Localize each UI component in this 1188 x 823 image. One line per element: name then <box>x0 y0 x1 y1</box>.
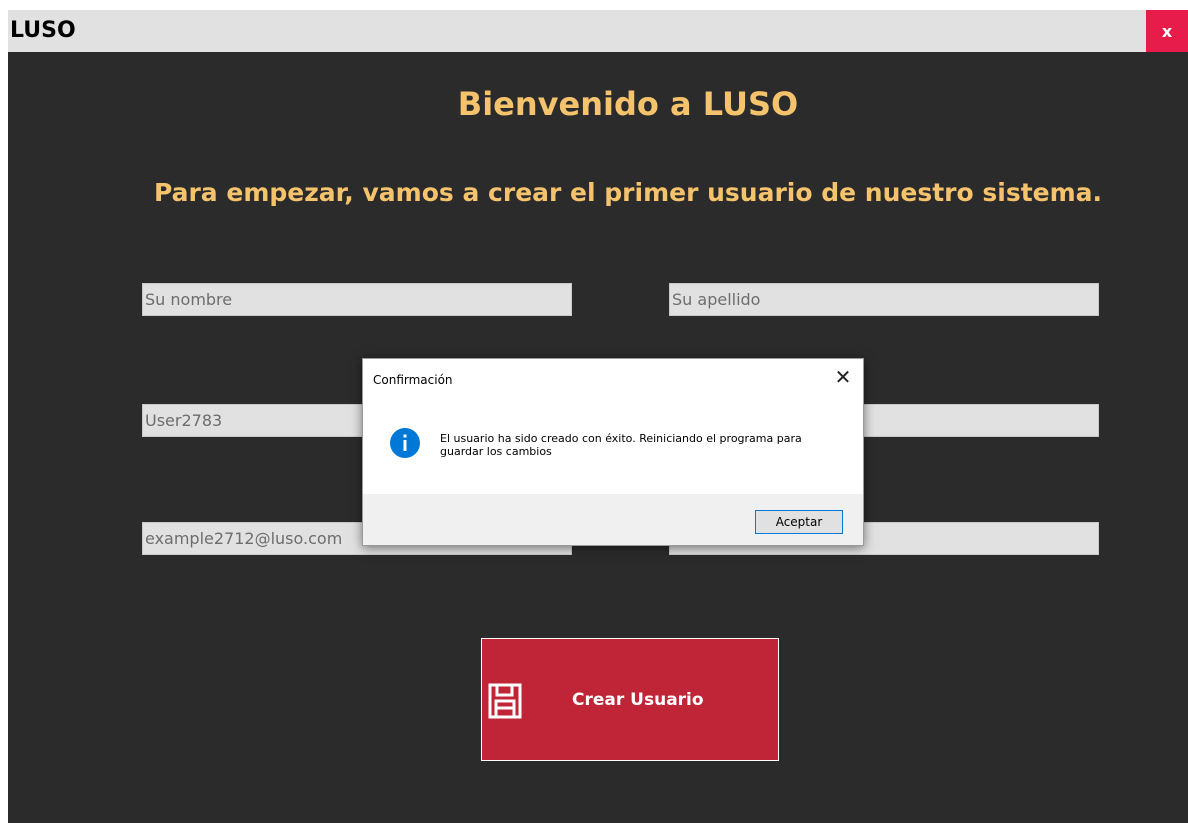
confirmation-dialog: Confirmación ✕ El usuario ha sido creado… <box>362 358 864 546</box>
dialog-message: El usuario ha sido creado con éxito. Rei… <box>440 432 802 458</box>
dialog-close-icon[interactable]: ✕ <box>833 367 853 387</box>
floppy-disk-icon <box>488 683 522 719</box>
create-user-label: Crear Usuario <box>572 690 704 710</box>
dialog-footer: Aceptar <box>363 494 863 545</box>
app-title: LUSO <box>10 18 76 43</box>
welcome-heading: Bienvenido a LUSO <box>457 85 799 123</box>
subtitle-heading: Para empezar, vamos a crear el primer us… <box>153 178 1103 207</box>
first-name-field[interactable]: Su nombre <box>142 283 572 316</box>
dialog-title: Confirmación <box>373 373 453 387</box>
accept-button[interactable]: Aceptar <box>755 510 843 534</box>
info-icon <box>389 427 421 459</box>
close-button[interactable]: x <box>1146 10 1188 52</box>
create-user-button[interactable]: Crear Usuario <box>481 638 779 761</box>
last-name-field[interactable]: Su apellido <box>669 283 1099 316</box>
title-bar[interactable]: LUSO x <box>8 10 1188 52</box>
